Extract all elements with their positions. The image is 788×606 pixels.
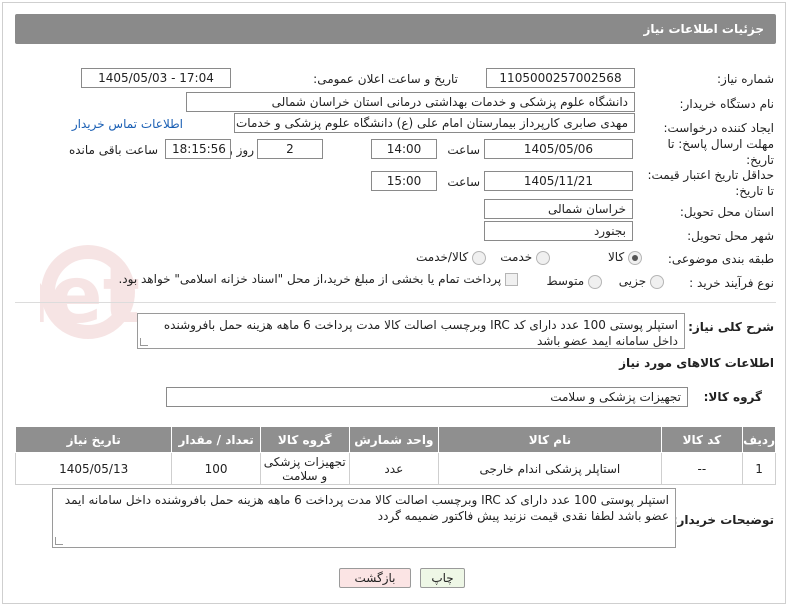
buyer-contact-link[interactable]: اطلاعات تماس خریدار — [72, 117, 183, 131]
buyer-notes-text: استپلر پوستی 100 عدد دارای کد IRC وبرچسب… — [64, 493, 669, 523]
radio-service[interactable] — [536, 250, 550, 265]
buyer-org-field: دانشگاه علوم پزشکی و خدمات بهداشتی درمان… — [186, 92, 635, 112]
payment-note: پرداخت تمام یا بخشی از مبلغ خرید،از محل … — [118, 272, 502, 286]
radio-goods[interactable] — [628, 250, 642, 265]
header-group: گروه کالا — [259, 426, 350, 453]
process-option-minor[interactable]: جزیی — [619, 274, 664, 289]
creator-label: ایجاد کننده درخواست: — [663, 121, 774, 135]
radio-minor[interactable] — [650, 274, 664, 289]
delivery-city-field: بجنورد — [484, 221, 633, 241]
header-date: تاریخ نیاز — [14, 426, 173, 453]
days-field: 2 — [257, 139, 323, 159]
goods-group-label: گروه کالا: — [703, 390, 762, 404]
resize-handle[interactable] — [55, 537, 63, 545]
table-row[interactable]: 1 -- استاپلر پزشکی اندام خارجی عدد تجهیز… — [14, 452, 776, 485]
process-option-medium[interactable]: متوسط — [546, 274, 602, 289]
back-button[interactable]: بازگشت — [339, 568, 411, 588]
reply-date-field: 1405/05/06 — [484, 139, 633, 159]
goods-info-title: اطلاعات کالاهای مورد نیاز — [619, 356, 774, 370]
remaining-time-field: 18:15:56 — [165, 139, 231, 159]
need-number-field: 1105000257002568 — [486, 68, 635, 88]
cell-date: 1405/05/13 — [14, 452, 173, 485]
cell-group: تجهیزات پزشکی و سلامت — [259, 452, 350, 485]
buyer-org-label: نام دستگاه خریدار: — [679, 97, 775, 111]
radio-medium[interactable] — [588, 274, 602, 289]
reply-time-label: ساعت — [447, 143, 480, 157]
items-table: ردیف کد کالا نام کالا واحد شمارش گروه کا… — [14, 426, 776, 485]
print-button[interactable]: چاپ — [420, 568, 465, 588]
buyer-notes-label: توضیحات خریدار: — [672, 513, 774, 527]
table-header-row: ردیف کد کالا نام کالا واحد شمارش گروه کا… — [14, 426, 776, 453]
header-row-num: ردیف — [742, 426, 776, 453]
price-validity-label: حداقل تاریخ اعتبار قیمت: تا تاریخ: — [647, 168, 774, 198]
need-number-label: شماره نیاز: — [717, 72, 774, 86]
header-unit: واحد شمارش — [348, 426, 440, 453]
cell-code: -- — [660, 452, 744, 485]
header-qty: تعداد / مقدار — [171, 426, 261, 453]
creator-field: مهدی صابری کارپرداز بیمارستان امام علی (… — [234, 113, 635, 133]
description-label: شرح کلی نیاز: — [688, 320, 774, 334]
validity-date-field: 1405/11/21 — [484, 171, 633, 191]
page-title: جزئیات اطلاعات نیاز — [15, 14, 776, 44]
radio-both[interactable] — [472, 250, 486, 265]
description-text: استپلر پوستی 100 عدد دارای کد IRC وبرچسب… — [163, 318, 678, 348]
buyer-notes-textarea: استپلر پوستی 100 عدد دارای کد IRC وبرچسب… — [52, 488, 676, 548]
resize-handle[interactable] — [140, 338, 148, 346]
header-name: نام کالا — [438, 426, 662, 453]
category-option-both[interactable]: کالا/خدمت — [416, 250, 486, 265]
remaining-label: ساعت باقی مانده — [68, 143, 158, 157]
category-option-service[interactable]: خدمت — [500, 250, 550, 265]
cell-name: استاپلر پزشکی اندام خارجی — [438, 452, 662, 485]
cell-row-num: 1 — [742, 452, 776, 485]
reply-deadline-label: مهلت ارسال پاسخ: تا تاریخ: — [667, 137, 774, 167]
reply-time-field: 14:00 — [371, 139, 437, 159]
payment-option[interactable]: پرداخت تمام یا بخشی از مبلغ خرید،از محل … — [118, 272, 518, 286]
category-label: طبقه بندی موضوعی: — [667, 252, 774, 266]
category-option-goods[interactable]: کالا — [608, 250, 642, 265]
header-code: کد کالا — [660, 426, 744, 453]
payment-checkbox[interactable] — [505, 273, 518, 286]
delivery-province-label: استان محل تحویل: — [679, 205, 774, 219]
validity-time-label: ساعت — [447, 175, 480, 189]
announce-field: 1405/05/03 - 17:04 — [81, 68, 231, 88]
description-textarea: استپلر پوستی 100 عدد دارای کد IRC وبرچسب… — [137, 313, 685, 349]
process-label: نوع فرآیند خرید : — [689, 276, 774, 290]
cell-unit: عدد — [348, 452, 440, 485]
goods-group-field: تجهیزات پزشکی و سلامت — [166, 387, 688, 407]
announce-label: تاریخ و ساعت اعلان عمومی: — [313, 72, 458, 86]
delivery-city-label: شهر محل تحویل: — [687, 229, 774, 243]
days-label: روز و — [227, 143, 254, 157]
validity-time-field: 15:00 — [371, 171, 437, 191]
delivery-province-field: خراسان شمالی — [484, 199, 633, 219]
cell-qty: 100 — [171, 452, 261, 485]
divider — [15, 302, 776, 303]
